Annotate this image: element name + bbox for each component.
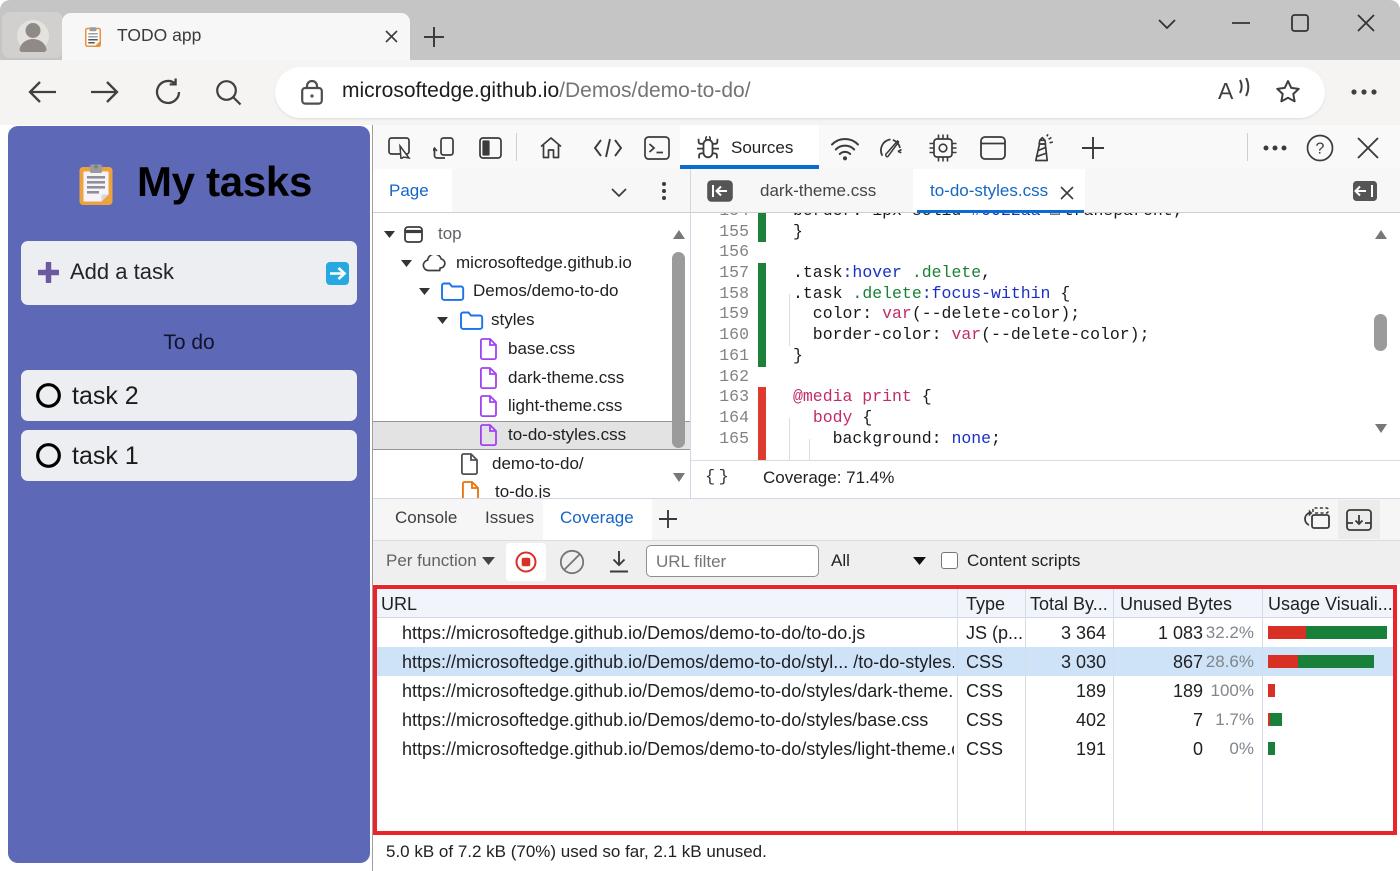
svg-text:?: ?	[1316, 141, 1325, 158]
